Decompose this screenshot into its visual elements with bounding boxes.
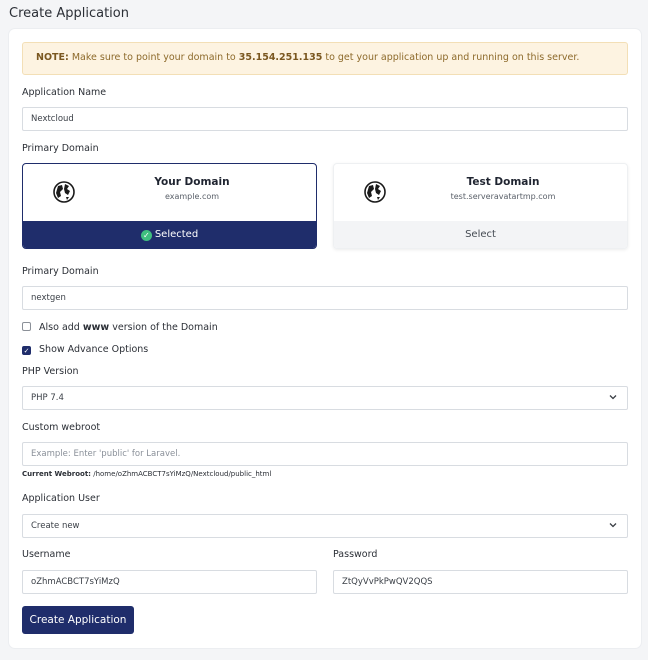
- www-checkbox[interactable]: [22, 322, 31, 331]
- www-option-row[interactable]: Also add www version of the Domain: [22, 322, 218, 333]
- chevron-down-icon: [609, 523, 617, 528]
- create-application-form: NOTE: Make sure to point your domain to …: [9, 29, 641, 648]
- www-text-after: version of the Domain: [112, 322, 218, 333]
- app-user-select[interactable]: Create new: [22, 514, 628, 538]
- webroot-input[interactable]: Example: Enter 'public' for Laravel.: [22, 442, 628, 466]
- app-user-value: Create new: [31, 521, 80, 531]
- www-text-before: Also add: [39, 322, 80, 333]
- your-domain-subtitle: example.com: [164, 192, 220, 201]
- primary-domain-choice-label: Primary Domain: [22, 143, 99, 154]
- test-domain-select-button[interactable]: Select: [334, 221, 627, 248]
- notice-text-before: Make sure to point your domain to: [71, 52, 236, 63]
- primary-domain-input[interactable]: nextgen: [22, 286, 628, 310]
- php-version-value: PHP 7.4: [31, 393, 64, 403]
- your-domain-card[interactable]: Your Domain example.com ✓ Selected: [22, 163, 317, 249]
- advance-options-checkbox[interactable]: ✓: [22, 346, 31, 355]
- notice-ip: 35.154.251.135: [238, 52, 323, 63]
- test-domain-subtitle: test.serveravatartmp.com: [450, 192, 556, 201]
- www-text-bold: www: [82, 322, 110, 333]
- advance-options-row[interactable]: ✓ Show Advance Options: [22, 344, 148, 355]
- test-domain-card[interactable]: Test Domain test.serveravatartmp.com Sel…: [333, 163, 628, 249]
- webroot-label: Custom webroot: [22, 422, 101, 433]
- notice-label: NOTE:: [36, 52, 69, 63]
- notice-text-after: to get your application up and running o…: [325, 52, 580, 63]
- your-domain-title: Your Domain: [154, 176, 230, 188]
- your-domain-action: Selected: [154, 229, 199, 240]
- username-input[interactable]: oZhmACBCT7sYiMzQ: [22, 570, 317, 594]
- password-label: Password: [333, 549, 378, 560]
- current-webroot-hint: Current Webroot: /home/oZhmACBCT7sYiMzQ/…: [22, 470, 271, 478]
- test-domain-title: Test Domain: [466, 176, 540, 188]
- app-name-label: Application Name: [22, 87, 107, 98]
- app-user-label: Application User: [22, 493, 100, 504]
- app-name-input[interactable]: Nextcloud: [22, 107, 628, 131]
- current-webroot-label: Current Webroot:: [22, 470, 91, 478]
- notice-banner: NOTE: Make sure to point your domain to …: [22, 42, 628, 75]
- chevron-down-icon: [609, 395, 617, 400]
- php-version-label: PHP Version: [22, 366, 79, 377]
- password-input[interactable]: ZtQyVvPkPwQV2QQS: [333, 570, 628, 594]
- your-domain-selected-bar[interactable]: ✓ Selected: [23, 221, 316, 248]
- current-webroot-value: /home/oZhmACBCT7sYiMzQ/Nextcloud/public_…: [93, 470, 272, 478]
- create-application-button[interactable]: Create Application: [22, 606, 134, 634]
- username-label: Username: [22, 549, 71, 560]
- page-title: Create Application: [9, 6, 129, 21]
- primary-domain-label: Primary Domain: [22, 266, 99, 277]
- advance-options-label: Show Advance Options: [39, 344, 149, 355]
- php-version-select[interactable]: PHP 7.4: [22, 386, 628, 410]
- check-circle-icon: ✓: [140, 230, 152, 241]
